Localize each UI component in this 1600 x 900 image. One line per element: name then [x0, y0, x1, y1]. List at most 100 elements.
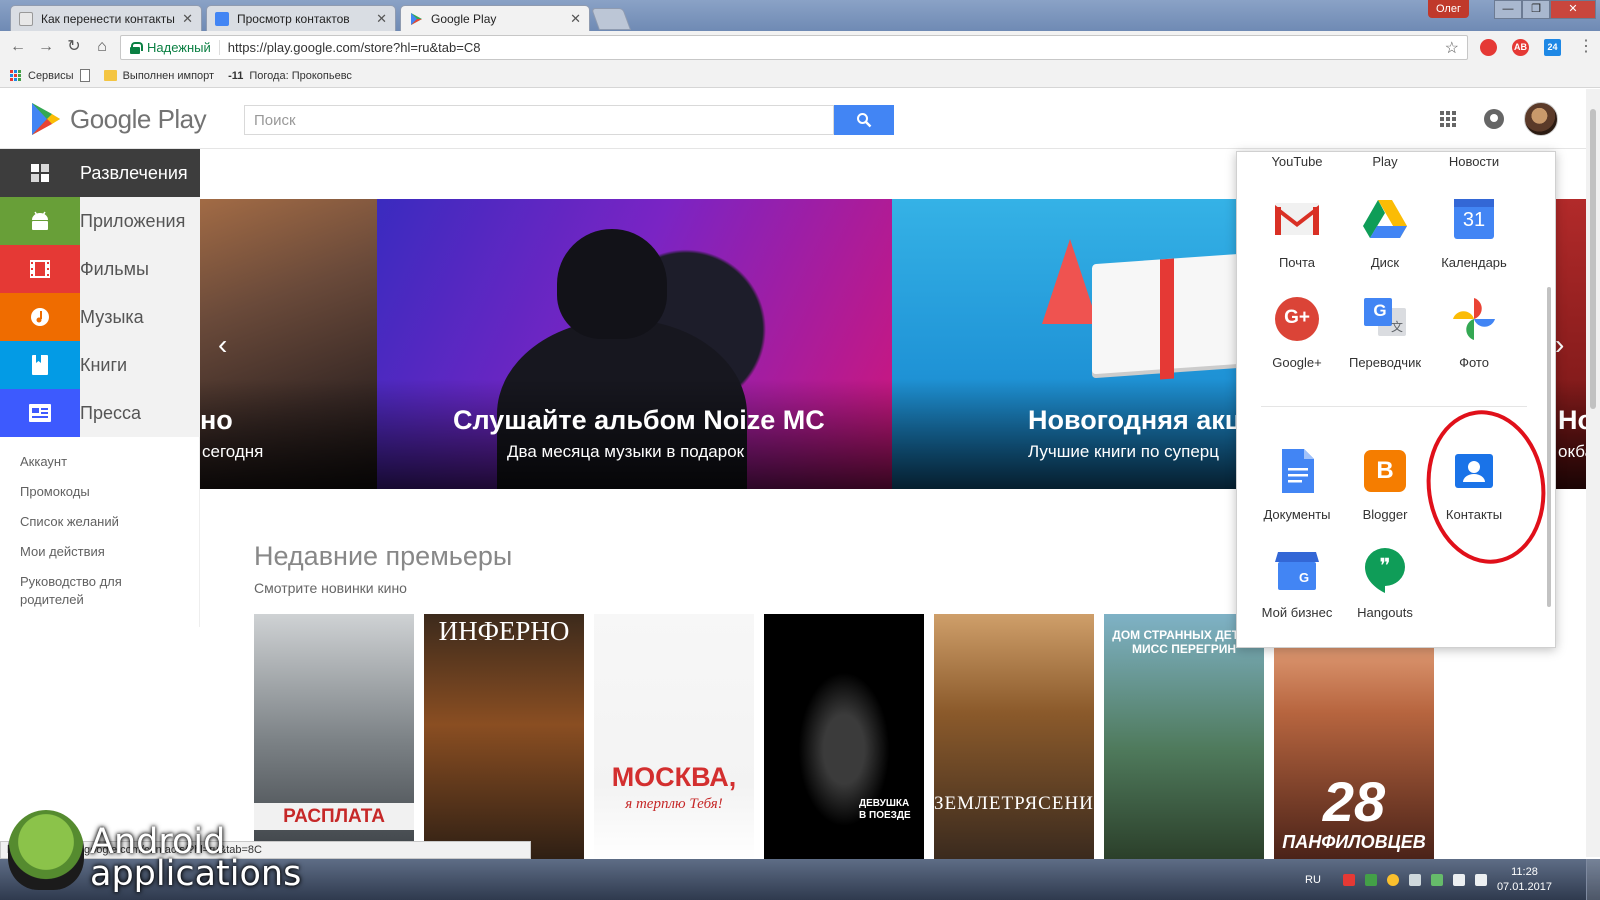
movie-poster[interactable]: МОСКВА, я терплю Тебя!	[594, 614, 754, 860]
tray-flag-icon[interactable]	[1408, 873, 1421, 886]
apps-grid-icon	[10, 69, 22, 82]
url-text[interactable]: https://play.google.com/store?hl=ru&tab=…	[228, 40, 481, 55]
language-indicator[interactable]: RU	[1305, 874, 1321, 886]
app-translate[interactable]: 文 G Переводчик	[1340, 294, 1430, 370]
sidebar-item-movies[interactable]: Фильмы	[0, 245, 200, 293]
search-button[interactable]	[834, 105, 894, 135]
sidebar-item-label: Фильмы	[80, 258, 149, 279]
app-gmail[interactable]: Почта	[1252, 194, 1342, 270]
close-tab-icon[interactable]: ✕	[376, 11, 387, 27]
app-label-news[interactable]: Новости	[1429, 154, 1519, 169]
search-input[interactable]	[245, 106, 833, 134]
poster-title: 28	[1322, 770, 1386, 833]
back-arrow-icon[interactable]: ←	[8, 37, 28, 57]
window-controls: — ❐ ✕	[1494, 0, 1596, 19]
browser-tab-3[interactable]: Google Play ✕	[400, 5, 590, 31]
home-icon[interactable]: ⌂	[92, 37, 112, 57]
photos-icon	[1453, 298, 1495, 340]
tray-antivirus-icon[interactable]	[1342, 873, 1355, 886]
sidebar-item-label: Приложения	[80, 210, 186, 231]
minimize-button[interactable]: —	[1494, 0, 1522, 19]
bookmarks-bar: Сервисы Выполнен импорт -11 Погода: Прок…	[0, 64, 1600, 88]
app-calendar[interactable]: 31 Календарь	[1429, 194, 1519, 270]
film-icon	[0, 245, 80, 293]
browser-tab-1[interactable]: Как перенести контакты ✕	[10, 5, 202, 31]
reload-icon[interactable]: ↻	[64, 37, 84, 57]
bookmark-imported[interactable]: Выполнен импорт	[103, 70, 214, 82]
notifications-bell-icon[interactable]	[1484, 109, 1504, 129]
volume-icon[interactable]	[1474, 873, 1487, 886]
page-scrollbar[interactable]	[1586, 89, 1600, 857]
profile-badge[interactable]: Олег	[1428, 0, 1469, 18]
app-hangouts[interactable]: ❞ Hangouts	[1340, 544, 1430, 620]
app-label-youtube[interactable]: YouTube	[1252, 154, 1342, 169]
movie-poster[interactable]: ДЕВУШКА В ПОЕЗДЕ	[764, 614, 924, 860]
app-label: Фото	[1459, 355, 1489, 370]
tray-update-icon[interactable]	[1430, 873, 1443, 886]
hero-slide-noize-mc[interactable]: Слушайте альбом Noize MC Два месяца музы…	[377, 199, 892, 489]
close-window-button[interactable]: ✕	[1550, 0, 1596, 19]
browser-tab-2[interactable]: Просмотр контактов ✕	[206, 5, 396, 31]
app-blogger[interactable]: B Blogger	[1340, 446, 1430, 522]
sidebar-item-newsstand[interactable]: Пресса	[0, 389, 200, 437]
section-title[interactable]: Недавние премьеры	[254, 541, 512, 572]
sidebar-item-books[interactable]: Книги	[0, 341, 200, 389]
movie-poster[interactable]: 28 ПАНФИЛОВЦЕВ	[1274, 614, 1434, 860]
carousel-next-icon[interactable]: ›	[1555, 329, 1564, 361]
sidebar-item-apps[interactable]: Приложения	[0, 197, 200, 245]
android-mascot-icon	[8, 810, 84, 890]
app-drive[interactable]: Диск	[1340, 194, 1430, 270]
movie-poster[interactable]: ЗЕМЛЕТРЯСЕНИЕ	[934, 614, 1094, 860]
tray-app-icon[interactable]	[1364, 873, 1377, 886]
apps-panel-scrollbar[interactable]	[1547, 287, 1551, 607]
google-play-logo[interactable]: Google Play	[28, 101, 207, 137]
sidebar-item-entertainment[interactable]: Развлечения	[0, 149, 200, 197]
app-docs[interactable]: Документы	[1252, 446, 1342, 522]
movie-poster[interactable]: ИНФЕРНО	[424, 614, 584, 860]
movie-poster[interactable]: ДОМ СТРАННЫХ ДЕТЕЙ МИСС ПЕРЕГРИН	[1104, 614, 1264, 860]
link-account[interactable]: Аккаунт	[0, 447, 199, 477]
link-wishlist[interactable]: Список желаний	[0, 507, 199, 537]
bookmark-apps[interactable]: Сервисы	[10, 69, 74, 82]
poster-subtitle: ПАНФИЛОВЦЕВ	[1282, 832, 1426, 852]
clock[interactable]: 11:28 07.01.2017	[1497, 865, 1552, 895]
avatar[interactable]	[1524, 102, 1558, 136]
sidebar-item-label: Музыка	[80, 306, 144, 327]
forward-arrow-icon[interactable]: →	[36, 37, 56, 57]
extension-24-icon[interactable]: 24	[1544, 39, 1561, 56]
sidebar-item-music[interactable]: Музыка	[0, 293, 200, 341]
app-label-play[interactable]: Play	[1340, 154, 1430, 169]
bookmark-weather[interactable]: -11 Погода: Прокопьевс	[228, 70, 352, 82]
page-icon[interactable]	[79, 69, 90, 82]
network-icon[interactable]	[1452, 873, 1465, 886]
clock-date: 07.01.2017	[1496, 880, 1552, 893]
address-bar[interactable]: Надежный https://play.google.com/store?h…	[120, 35, 1468, 60]
new-tab-button[interactable]	[590, 8, 632, 30]
show-desktop-button[interactable]	[1586, 859, 1600, 900]
link-my-activity[interactable]: Мои действия	[0, 537, 199, 567]
app-label: Hangouts	[1357, 605, 1413, 620]
calendar-date-badge: 31	[1462, 209, 1486, 231]
link-parent-guide[interactable]: Руководство для родителей	[0, 567, 199, 615]
app-photos[interactable]: Фото	[1429, 294, 1519, 370]
link-promo-codes[interactable]: Промокоды	[0, 477, 199, 507]
search-field[interactable]	[244, 105, 834, 135]
browser-titlebar: Как перенести контакты ✕ Просмотр контак…	[0, 0, 1600, 31]
tray-browser-icon[interactable]	[1386, 873, 1399, 886]
adblock-extension-icon[interactable]: AB	[1512, 39, 1529, 56]
browser-menu-icon[interactable]: ⋮	[1578, 37, 1594, 57]
close-tab-icon[interactable]: ✕	[570, 11, 581, 27]
apps-launcher-icon[interactable]	[1440, 111, 1456, 127]
bookmark-star-icon[interactable]: ☆	[1445, 38, 1459, 58]
close-tab-icon[interactable]: ✕	[182, 11, 193, 27]
blogger-badge: B	[1376, 457, 1394, 484]
carousel-prev-icon[interactable]: ‹	[218, 329, 227, 361]
maximize-button[interactable]: ❐	[1522, 0, 1550, 19]
app-google-plus[interactable]: G+ Google+	[1252, 294, 1342, 370]
poster-subtitle: я терплю Тебя!	[625, 796, 723, 812]
my-business-badge: G	[1298, 570, 1310, 585]
app-my-business[interactable]: G Мой бизнес	[1252, 544, 1342, 620]
extension-1-icon[interactable]	[1480, 39, 1497, 56]
play-favicon-icon	[411, 12, 422, 25]
folder-icon	[103, 70, 117, 81]
